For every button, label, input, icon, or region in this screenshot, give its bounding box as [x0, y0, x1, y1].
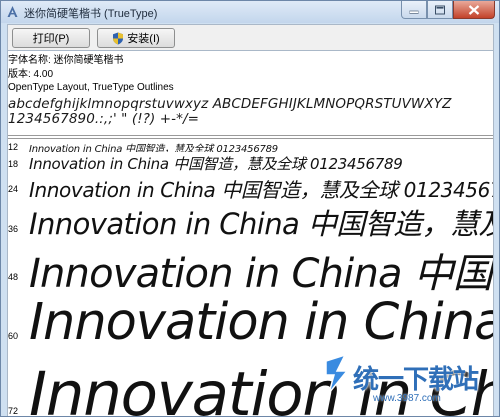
size-label: 12 — [8, 142, 19, 152]
watermark-url: www.3987.com — [373, 393, 441, 404]
install-button[interactable]: 安装(I) — [97, 28, 175, 48]
caption-buttons — [401, 1, 495, 20]
sample-text: Innovation in China 中国智造 — [29, 251, 493, 293]
install-button-label: 安装(I) — [127, 33, 160, 45]
size-label: 60 — [8, 331, 19, 341]
sample-text: Innovation in China 中国智造，慧及全球 — [29, 207, 493, 241]
maximize-icon — [435, 5, 445, 14]
site-watermark: 统一下载站 www.3987.com — [323, 353, 493, 415]
download-site-logo-icon — [325, 353, 349, 394]
divider-bottom — [8, 138, 493, 139]
size-label: 72 — [8, 406, 19, 416]
title-bar[interactable]: 迷你简硬笔楷书 (TrueType) — [1, 1, 499, 23]
font-version-line: 版本: 4.00 — [8, 68, 54, 80]
font-info: 字体名称: 迷你简硬笔楷书 版本: 4.00 OpenType Layout, … — [8, 54, 174, 95]
size-label: 24 — [8, 184, 19, 194]
font-type-line: OpenType Layout, TrueType Outlines — [8, 82, 174, 93]
size-label: 18 — [8, 159, 19, 169]
sample-row-18: 18 Innovation in China 中国智造，慧及全球 0123456… — [8, 152, 493, 172]
window-title: 迷你简硬笔楷书 (TrueType) — [24, 8, 158, 20]
sample-text: Innovation in China — [29, 295, 494, 352]
sample-text: Innovation in China 中国智造，慧及全球 0123456789 — [29, 178, 494, 201]
sample-row-48: 48 Innovation in China 中国智造 — [8, 241, 493, 293]
print-button-label: 打印(P) — [32, 33, 70, 45]
size-label: 36 — [8, 224, 19, 234]
sample-row-12: 12 Innovation in China 中国智造，慧及全球 0123456… — [8, 140, 493, 152]
font-viewer-window: 迷你简硬笔楷书 (TrueType) 打印(P) 安装(I) 字体名称: 迷你简… — [0, 0, 500, 417]
character-sample: abcdefghijklmnopqrstuvwxyz ABCDEFGHIJKLM… — [8, 96, 493, 127]
digits-symbols-line: 1234567890.:,;' " (!?) +-*/= — [8, 111, 200, 127]
sample-text: Innovation in China 中国智造，慧及全球 0123456789 — [29, 144, 278, 152]
uac-shield-icon — [113, 32, 124, 44]
minimize-button[interactable] — [401, 1, 427, 19]
close-icon — [468, 4, 480, 15]
alphabet-line: abcdefghijklmnopqrstuvwxyz ABCDEFGHIJKLM… — [8, 96, 452, 112]
sample-row-60: 60 Innovation in China — [8, 295, 494, 361]
divider-top — [8, 135, 493, 136]
font-name-line: 字体名称: 迷你简硬笔楷书 — [8, 55, 124, 66]
print-button[interactable]: 打印(P) — [12, 28, 90, 48]
font-app-icon — [7, 6, 18, 17]
sample-row-36: 36 Innovation in China 中国智造，慧及全球 — [8, 201, 493, 241]
size-label: 48 — [8, 272, 19, 282]
toolbar: 打印(P) 安装(I) — [7, 24, 494, 50]
close-button[interactable] — [453, 1, 495, 19]
sample-row-24: 24 Innovation in China 中国智造，慧及全球 0123456… — [8, 173, 494, 201]
sample-text: Innovation in China 中国智造，慧及全球 0123456789 — [29, 155, 403, 172]
maximize-button[interactable] — [427, 1, 453, 19]
minimize-icon — [409, 10, 419, 14]
watermark-name: 统一下载站 — [353, 365, 479, 395]
